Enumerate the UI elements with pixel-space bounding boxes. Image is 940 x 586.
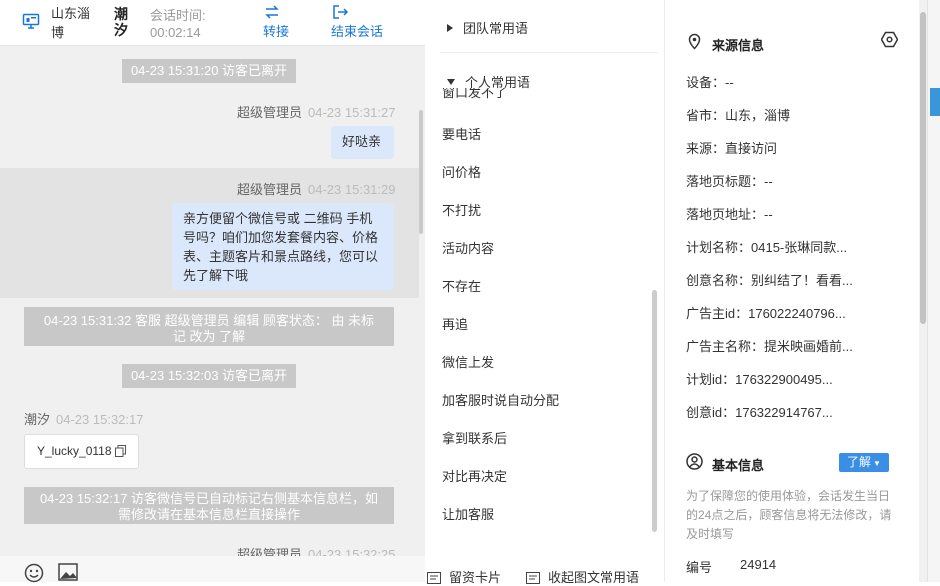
phrases-footer: 留资卡片 收起图文常用语 xyxy=(425,562,665,585)
phrase-item[interactable]: 再追 xyxy=(442,314,468,333)
agent-message-bubble: 亲方便留个微信号或 二维码 手机号吗？咱们加您发套餐内容、价格表、主题客片和景点… xyxy=(172,203,394,290)
message-time: 04-23 15:31:29 xyxy=(308,182,396,197)
customer-status-dropdown[interactable]: 了解 ▼ xyxy=(839,453,889,472)
system-message: 04-23 15:31:32 客服 超级管理员 编辑 顾客状态： 由 未标记 改… xyxy=(24,307,394,346)
customer-status-label: 了解 xyxy=(847,455,872,469)
chat-panel: 山东淄博 潮汐 会话时间: 00:02:14 转接 结束会话 04-23 15:… xyxy=(0,0,425,583)
end-session-button[interactable]: 结束会话 xyxy=(331,3,383,40)
phrase-item[interactable]: 活动内容 xyxy=(442,238,494,257)
card-button[interactable]: 留资卡片 xyxy=(427,567,501,586)
chat-header: 山东淄博 潮汐 会话时间: 00:02:14 转接 结束会话 xyxy=(0,0,425,46)
collapse-icon xyxy=(526,572,540,584)
phrase-item[interactable]: 不存在 xyxy=(442,276,481,295)
phrases-scrollbar[interactable] xyxy=(652,290,657,532)
exit-icon xyxy=(333,5,349,19)
info-landing-url: 落地页地址：-- xyxy=(686,207,773,222)
system-message: 04-23 15:32:17 访客微信号已自动标记右侧基本信息栏，如需修改请在基… xyxy=(24,487,394,524)
info-creative-name: 创意名称：别纠结了！看看... xyxy=(686,273,853,288)
phrase-list[interactable]: 窗口发不了 要电话 问价格 不打扰 活动内容 不存在 再追 微信上发 加客服时说… xyxy=(425,88,665,528)
message-list[interactable]: 04-23 15:31:20 访客已离开 超级管理员 04-23 15:31:27… xyxy=(0,46,425,556)
transfer-icon xyxy=(265,5,279,19)
location-pin-icon xyxy=(688,33,701,50)
message-sender: 超级管理员 04-23 15:31:27 xyxy=(237,102,395,121)
image-icon[interactable] xyxy=(58,563,78,581)
session-time-label: 会话时间: xyxy=(150,8,206,23)
team-phrases-label: 团队常用语 xyxy=(463,21,529,36)
end-session-label: 结束会话 xyxy=(331,24,384,39)
source-info-title: 来源信息 xyxy=(712,38,765,53)
edge-accent xyxy=(930,88,940,116)
sender-name: 超级管理员 xyxy=(237,182,303,197)
card-label: 留资卡片 xyxy=(449,570,502,585)
collapse-label: 收起图文常用语 xyxy=(548,570,640,585)
info-advertiser-name: 广告主名称：提米映画婚前... xyxy=(686,339,853,354)
message-sender: 潮汐 04-23 15:32:17 xyxy=(24,409,143,428)
message-sender: 超级管理员 04-23 15:32:25 xyxy=(237,544,395,556)
transfer-button[interactable]: 转接 xyxy=(263,3,289,40)
sender-name: 潮汐 xyxy=(24,412,51,427)
info-panel: 来源信息 设备：-- 省市：山东，淄博 来源：直接访问 落地页标题：-- 落地页… xyxy=(666,0,920,582)
page-scrollbar[interactable] xyxy=(919,0,927,582)
message-time: 04-23 15:32:17 xyxy=(56,412,144,427)
phrase-item[interactable]: 不打扰 xyxy=(442,200,481,219)
info-plan-id: 计划id：176322900495... xyxy=(686,372,833,387)
system-message: 04-23 15:32:03 访客已离开 xyxy=(122,364,296,388)
monitor-icon xyxy=(22,13,40,29)
caret-down-icon xyxy=(447,79,455,85)
basic-info-notice: 为了保障您的使用体验，会话发生当日的24点之后，顾客信息将无法修改，请及时填写 xyxy=(686,489,892,541)
transfer-label: 转接 xyxy=(263,24,290,39)
phrases-panel: 团队常用语 个人常用语 窗口发不了 要电话 问价格 不打扰 活动内容 不存在 再… xyxy=(425,0,665,585)
phrase-item[interactable]: 拿到联系后 xyxy=(442,428,507,447)
info-advertiser-id: 广告主id：176022240796... xyxy=(686,306,846,321)
message-time: 04-23 15:31:27 xyxy=(308,105,396,120)
visitor-name: 潮汐 xyxy=(114,6,128,38)
basic-info-title: 基本信息 xyxy=(712,458,765,473)
info-landing-title: 落地页标题：-- xyxy=(686,174,773,189)
card-icon xyxy=(427,572,441,584)
agent-message-bubble: 好哒亲 xyxy=(331,126,394,159)
message-time: 04-23 15:32:25 xyxy=(308,547,396,556)
phrase-item[interactable]: 对比再决定 xyxy=(442,466,507,485)
info-province: 省市：山东，淄博 xyxy=(686,108,791,123)
visitor-location: 山东淄博 xyxy=(51,6,91,40)
caret-down-icon: ▼ xyxy=(873,459,881,468)
phrase-item[interactable]: 微信上发 xyxy=(442,352,494,371)
phrase-item[interactable]: 要电话 xyxy=(442,124,481,143)
caret-right-icon xyxy=(447,24,453,32)
emoji-icon[interactable] xyxy=(24,563,44,583)
sender-name: 超级管理员 xyxy=(237,105,303,120)
phrase-item[interactable]: 加客服时说自动分配 xyxy=(442,390,559,409)
phrase-item[interactable]: 让加客服 xyxy=(442,504,494,523)
phrase-item[interactable]: 窗口发不了 xyxy=(442,88,507,101)
info-device: 设备：-- xyxy=(686,75,734,90)
visitor-message-bubble[interactable]: Y_lucky_0118 xyxy=(24,434,139,469)
phrase-item[interactable]: 问价格 xyxy=(442,162,481,181)
settings-hexagon-icon[interactable] xyxy=(881,31,898,48)
adjacent-window-edge xyxy=(927,0,940,582)
visitor-message-text: Y_lucky_0118 xyxy=(37,444,112,458)
info-creative-id: 创意id：176322914767... xyxy=(686,405,833,420)
info-plan-name: 计划名称：0415-张琳同款... xyxy=(686,240,848,255)
divider xyxy=(440,52,658,53)
info-number-value: 24914 xyxy=(740,557,777,572)
collapse-phrases-button[interactable]: 收起图文常用语 xyxy=(526,567,639,586)
info-origin: 来源：直接访问 xyxy=(686,141,778,156)
message-sender: 超级管理员 04-23 15:31:29 xyxy=(237,179,395,198)
page-scrollbar-thumb[interactable] xyxy=(920,12,926,324)
copy-icon[interactable] xyxy=(115,445,126,457)
sender-name: 超级管理员 xyxy=(237,547,303,556)
chat-toolbar xyxy=(0,556,425,583)
session-time-value: 00:02:14 xyxy=(150,25,201,40)
system-message: 04-23 15:31:20 访客已离开 xyxy=(122,59,296,83)
chat-scrollbar[interactable] xyxy=(419,110,423,234)
user-icon xyxy=(686,453,703,470)
team-phrases-toggle[interactable]: 团队常用语 xyxy=(447,18,528,37)
